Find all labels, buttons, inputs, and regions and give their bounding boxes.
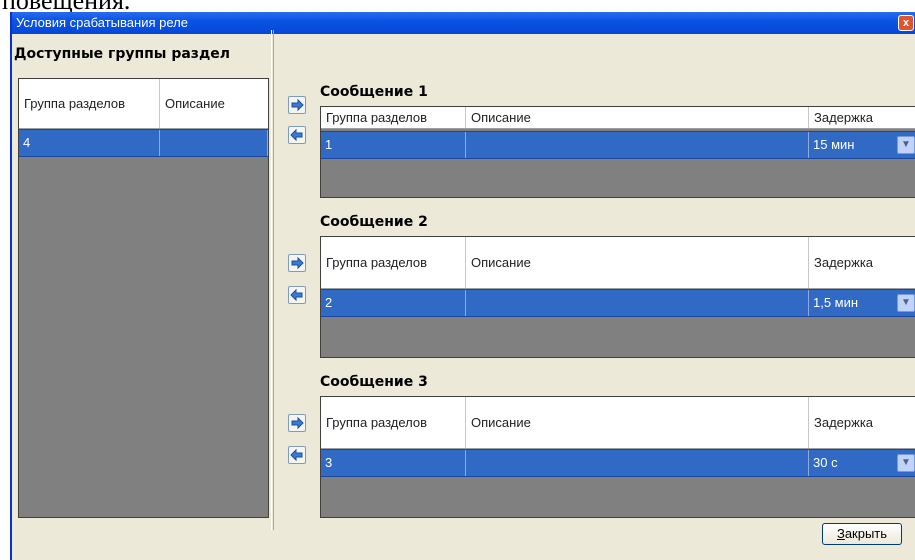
- cell-description: [466, 290, 809, 316]
- cell-group: 2: [321, 290, 466, 316]
- message-2-grid[interactable]: Группа разделов Описание Задержка 2 1,5 …: [320, 236, 915, 358]
- column-header-group[interactable]: Группа разделов: [19, 79, 160, 128]
- cell-group: 4: [19, 130, 160, 156]
- message-3-title: Сообщение 3: [320, 374, 428, 390]
- cell-group: 3: [321, 450, 466, 476]
- message-3-grid[interactable]: Группа разделов Описание Задержка 3 30 с…: [320, 396, 915, 518]
- move-left-button-2[interactable]: [288, 286, 306, 304]
- pane-splitter[interactable]: [271, 30, 274, 530]
- delay-select[interactable]: 15 мин ▼: [809, 132, 915, 158]
- available-groups-grid[interactable]: Группа разделов Описание 4: [18, 78, 269, 518]
- column-header-description[interactable]: Описание: [466, 107, 809, 128]
- message-1-title: Сообщение 1: [320, 84, 428, 100]
- grid-header: Группа разделов Описание: [19, 79, 268, 129]
- move-right-button-3[interactable]: [288, 414, 306, 432]
- available-groups-title: Доступные группы раздел: [14, 46, 231, 62]
- close-button[interactable]: Закрыть: [822, 523, 902, 545]
- move-left-button-1[interactable]: [288, 126, 306, 144]
- table-row[interactable]: 4: [19, 129, 268, 157]
- move-right-button-1[interactable]: [288, 96, 306, 114]
- cell-description: [466, 132, 809, 158]
- message-1-grid[interactable]: Группа разделов Описание Задержка 1 15 м…: [320, 106, 915, 198]
- close-window-icon[interactable]: x: [898, 15, 914, 31]
- message-2-title: Сообщение 2: [320, 214, 428, 230]
- chevron-down-icon[interactable]: ▼: [897, 294, 915, 312]
- move-right-button-2[interactable]: [288, 254, 306, 272]
- delay-select[interactable]: 30 с ▼: [809, 450, 915, 476]
- delay-value: 30 с: [813, 455, 838, 470]
- column-header-description[interactable]: Описание: [160, 79, 270, 128]
- close-button-label: акрыть: [844, 526, 888, 541]
- table-row[interactable]: 1 15 мин ▼: [321, 131, 915, 159]
- cell-description: [466, 450, 809, 476]
- grid-header: Группа разделов Описание Задержка: [321, 107, 915, 129]
- arrow-left-icon: [290, 448, 303, 462]
- column-header-description[interactable]: Описание: [466, 397, 809, 448]
- column-header-description[interactable]: Описание: [466, 237, 809, 288]
- arrow-right-icon: [291, 98, 304, 112]
- close-button-accel: З: [836, 526, 845, 541]
- arrow-left-icon: [290, 128, 303, 142]
- dialog-title: Условия срабатывания реле: [16, 15, 188, 30]
- chevron-down-icon[interactable]: ▼: [897, 136, 915, 154]
- delay-value: 15 мин: [813, 137, 855, 152]
- column-header-delay[interactable]: Задержка: [809, 397, 915, 448]
- cell-description: [160, 130, 268, 156]
- column-header-group[interactable]: Группа разделов: [321, 397, 466, 448]
- delay-select[interactable]: 1,5 мин ▼: [809, 290, 915, 316]
- column-header-delay[interactable]: Задержка: [809, 107, 915, 128]
- column-header-delay[interactable]: Задержка: [809, 237, 915, 288]
- dialog-titlebar[interactable]: Условия срабатывания реле x: [12, 12, 915, 34]
- column-header-group[interactable]: Группа разделов: [321, 107, 466, 128]
- table-row[interactable]: 2 1,5 мин ▼: [321, 289, 915, 317]
- delay-value: 1,5 мин: [813, 295, 859, 310]
- column-header-group[interactable]: Группа разделов: [321, 237, 466, 288]
- chevron-down-icon[interactable]: ▼: [897, 454, 915, 472]
- cell-group: 1: [321, 132, 466, 158]
- grid-header: Группа разделов Описание Задержка: [321, 397, 915, 449]
- arrow-left-icon: [290, 288, 303, 302]
- grid-header: Группа разделов Описание Задержка: [321, 237, 915, 289]
- move-left-button-3[interactable]: [288, 446, 306, 464]
- arrow-right-icon: [291, 256, 304, 270]
- table-row[interactable]: 3 30 с ▼: [321, 449, 915, 477]
- arrow-right-icon: [291, 416, 304, 430]
